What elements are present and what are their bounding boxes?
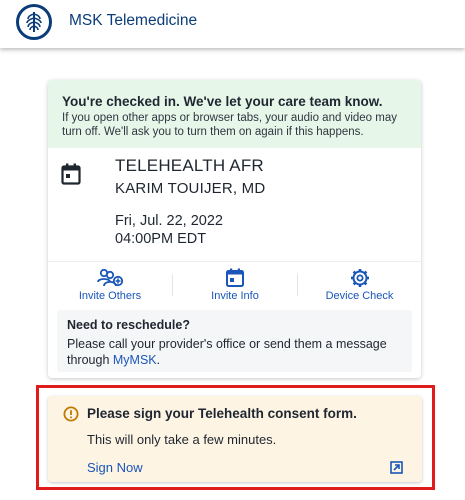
gear-icon [298,268,421,288]
consent-text: This will only take a few minutes. [87,432,277,447]
invite-people-icon [48,268,172,288]
invite-others-button[interactable]: Invite Others [48,262,172,307]
appointment-date: Fri, Jul. 22, 2022 [115,213,223,229]
invite-info-label: Invite Info [211,290,259,302]
warning-icon [63,406,79,427]
provider-name: KARIM TOUIJER, MD [115,180,266,197]
msk-logo-icon[interactable] [16,4,52,40]
calendar-info-icon [173,268,297,288]
appointment-time: 04:00PM EDT [115,231,207,247]
app-header: MSK Telemedicine [0,0,465,48]
reschedule-text: Please call your provider's office or se… [67,336,402,368]
appointment-type: TELEHEALTH AFR [115,156,264,175]
invite-info-button[interactable]: Invite Info [173,262,297,307]
action-bar: Invite Others Invite Info Device Check [48,261,421,306]
calendar-icon [61,163,81,190]
checkin-banner: You're checked in. We've let your care t… [48,80,421,148]
reschedule-box: Need to reschedule? Please call your pro… [57,310,412,372]
app-title: MSK Telemedicine [69,12,198,29]
appointment-card: You're checked in. We've let your care t… [48,80,421,378]
mymsk-link[interactable]: MyMSK [113,353,157,367]
checkin-message: If you open other apps or browser tabs, … [62,112,397,138]
consent-title: Please sign your Telehealth consent form… [87,406,357,421]
external-link-icon[interactable] [390,461,403,479]
consent-card: Please sign your Telehealth consent form… [48,396,422,482]
reschedule-title: Need to reschedule? [67,318,190,332]
checkin-title: You're checked in. We've let your care t… [62,94,383,109]
invite-others-label: Invite Others [78,290,142,302]
sign-now-link[interactable]: Sign Now [87,460,143,475]
reschedule-suffix: . [156,353,161,367]
device-check-label: Device Check [325,290,394,302]
device-check-button[interactable]: Device Check [298,262,421,307]
